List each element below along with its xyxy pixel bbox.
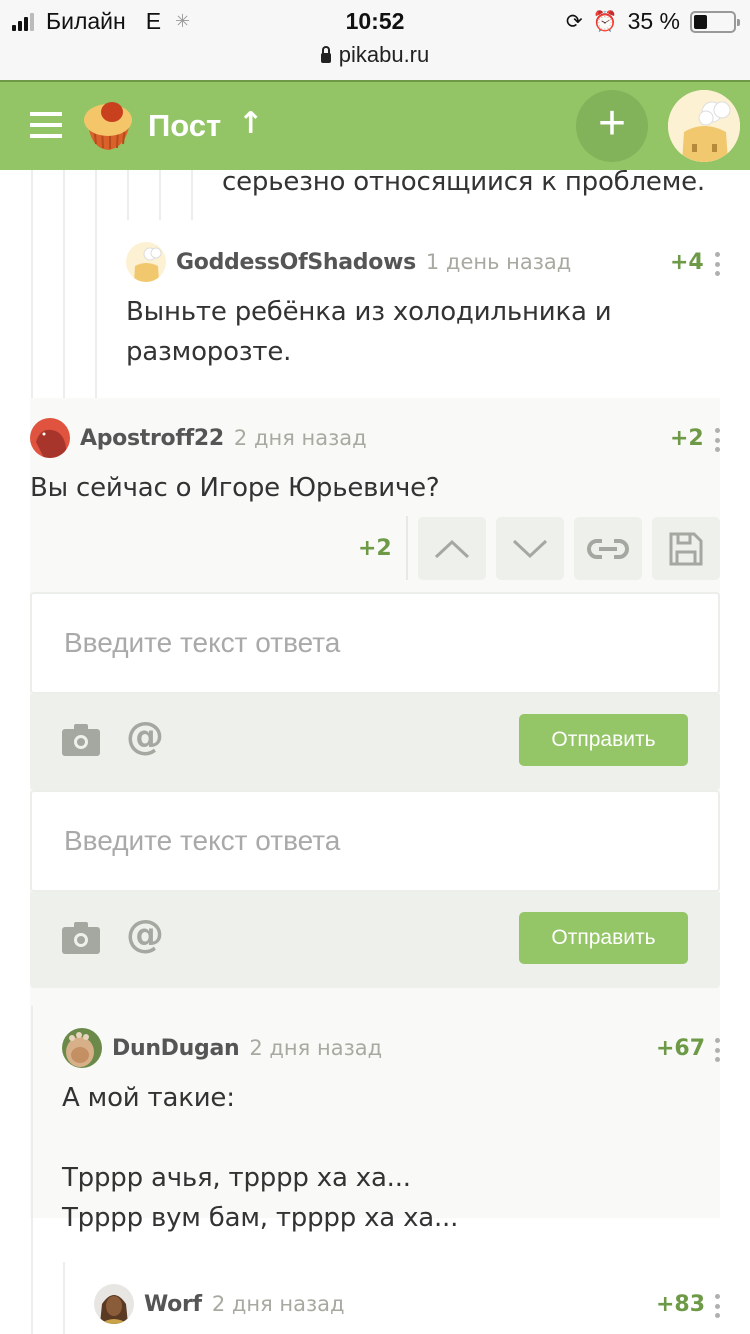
url-bar[interactable]: pikabu.ru (0, 42, 750, 80)
more-options-icon[interactable] (713, 252, 721, 276)
comment-header: Worf 2 дня назад (94, 1284, 345, 1324)
avatar[interactable] (94, 1284, 134, 1324)
comment-line: А мой такие: (62, 1083, 235, 1113)
comment-time[interactable]: 2 дня назад (249, 1036, 382, 1060)
comment-author[interactable]: GoddessOfShadows (176, 250, 416, 275)
send-button[interactable]: Отправить (519, 714, 688, 766)
status-right: ⟳ ⏰ 35 % (565, 8, 740, 35)
status-bar: Билайн E ✳ 10:52 ⟳ ⏰ 35 % (0, 0, 750, 42)
more-options-icon[interactable] (713, 1038, 721, 1062)
mention-icon[interactable]: @ (126, 716, 164, 756)
comment-rating: +67 (656, 1036, 706, 1061)
scroll-up-arrow-icon[interactable]: ↑ (238, 106, 263, 141)
thread-line[interactable] (159, 170, 161, 220)
send-button[interactable]: Отправить (519, 912, 688, 964)
save-icon (669, 532, 703, 565)
reply-toolbar: @ Отправить (30, 892, 720, 988)
comment-rating: +83 (656, 1292, 706, 1317)
copy-link-button[interactable] (574, 517, 642, 580)
pikabu-logo-icon[interactable] (80, 96, 136, 152)
battery-icon (690, 10, 740, 33)
avatar[interactable] (126, 242, 166, 282)
reply-form: @ Отправить (30, 592, 720, 790)
lock-icon (320, 46, 331, 63)
user-avatar[interactable] (668, 90, 740, 162)
comment-header: GoddessOfShadows 1 день назад (126, 242, 571, 282)
comment-text: Выньте ребёнка из холодильника и разморо… (126, 297, 612, 367)
comment-header: Apostroff22 2 дня назад (30, 418, 367, 458)
reply-text-input[interactable] (30, 592, 720, 694)
vote-down-button[interactable] (496, 517, 564, 580)
link-icon (587, 538, 629, 559)
thread-line[interactable] (31, 1006, 33, 1334)
comment-time[interactable]: 2 дня назад (212, 1292, 345, 1316)
app-header: Пост ↑ + (0, 80, 750, 170)
battery-percent: 35 % (627, 8, 680, 34)
comment-text-partial: серьезно относящиися к проблеме. (222, 170, 705, 197)
comment-rating: +4 (670, 250, 704, 275)
more-options-icon[interactable] (713, 428, 721, 452)
reply-toolbar: @ Отправить (30, 694, 720, 790)
camera-icon[interactable] (62, 922, 100, 954)
mention-icon[interactable]: @ (126, 914, 164, 954)
comments-feed: серьезно относящиися к проблеме. Goddess… (0, 170, 750, 1334)
reply-form: @ Отправить (30, 790, 720, 988)
chevron-down-icon (512, 539, 548, 558)
menu-icon[interactable] (30, 112, 62, 138)
thread-line[interactable] (95, 170, 97, 398)
add-post-button[interactable]: + (576, 90, 648, 162)
save-button[interactable] (652, 517, 720, 580)
url-text: pikabu.ru (338, 42, 430, 67)
thread-line[interactable] (31, 170, 33, 398)
comment-text: А мой такие: Трррр ачья, трррр ха ха... … (62, 1078, 712, 1238)
more-options-icon[interactable] (713, 1294, 721, 1318)
comment-author[interactable]: Apostroff22 (80, 426, 224, 451)
chevron-up-icon (434, 539, 470, 558)
thread-line[interactable] (127, 170, 129, 220)
comment-line: Трррр ачья, трррр ха ха... (62, 1163, 411, 1193)
action-rating: +2 (358, 536, 392, 561)
comment-line (62, 1118, 712, 1158)
comment-author[interactable]: DunDugan (112, 1036, 240, 1061)
comment-time[interactable]: 1 день назад (426, 250, 571, 274)
vote-up-button[interactable] (418, 517, 486, 580)
thread-line[interactable] (63, 1262, 65, 1334)
comment-text: Вы сейчас о Игоре Юрьевиче? (30, 473, 440, 503)
rotation-lock-icon: ⟳ (565, 11, 583, 33)
camera-icon[interactable] (62, 724, 100, 756)
page-title: Пост (148, 108, 222, 143)
reply-text-input[interactable] (30, 790, 720, 892)
comment-rating: +2 (670, 426, 704, 451)
avatar[interactable] (30, 418, 70, 458)
divider (406, 516, 408, 580)
alarm-icon: ⏰ (592, 11, 618, 33)
comment-author[interactable]: Worf (144, 1292, 202, 1317)
comment-line: Трррр вум бам, трррр ха ха... (62, 1203, 459, 1233)
comment-header: DunDugan 2 дня назад (62, 1028, 382, 1068)
comment-time[interactable]: 2 дня назад (234, 426, 367, 450)
thread-line[interactable] (63, 170, 65, 398)
avatar[interactable] (62, 1028, 102, 1068)
thread-line[interactable] (191, 170, 193, 220)
